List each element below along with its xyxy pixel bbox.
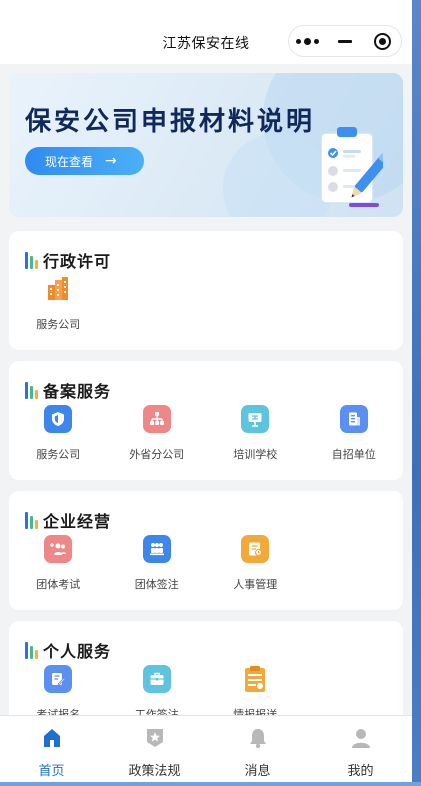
policy-badge-icon [143,726,167,750]
item-label: 人事管理 [233,578,278,591]
window-frame-edge [412,0,421,786]
section-filing-services: 备案服务 服务公司 外省分公司 培训学校 自招单位 [9,361,403,480]
section-title: 企业经营 [25,508,111,532]
user-icon [349,726,373,750]
minimize-button[interactable] [326,26,363,56]
target-circle-icon [373,32,391,50]
clipboard-pencil-icon [320,127,383,207]
bar-chart-icon [25,251,38,269]
nav-header: 江苏保安在线 [0,0,412,64]
bell-icon [246,726,270,750]
capsule-menu [288,25,402,57]
tab-label: 消息 [244,764,271,779]
report-clipboard-icon [241,665,269,693]
service-item-self-recruiting-unit[interactable]: 自招单位 [305,405,404,462]
service-item-service-company[interactable]: 服务公司 [9,275,108,332]
service-item-out-of-province-branch[interactable]: 外省分公司 [108,405,207,462]
more-button[interactable] [289,26,326,56]
section-enterprise-operation: 企业经营 团体考试 团体签注 人事管理 [9,491,403,610]
people-group-icon [142,535,171,563]
service-item-personnel-management[interactable]: 人事管理 [206,535,305,592]
building-icon [44,275,72,303]
section-admin-license: 行政许可 服务公司 [9,231,403,350]
tab-mine[interactable]: 我的 [309,716,412,786]
tab-label: 政策法规 [128,764,181,779]
shield-icon [44,405,73,433]
service-item-training-school[interactable]: 培训学校 [206,405,305,462]
section-title: 个人服务 [25,638,111,662]
item-label: 培训学校 [233,448,278,461]
signboard-icon [241,405,270,433]
service-item-filing-service-company[interactable]: 服务公司 [9,405,108,462]
tab-label: 首页 [38,764,65,779]
item-label: 团体签注 [134,578,179,591]
section-title: 备案服务 [25,378,111,402]
bar-chart-icon [25,511,38,529]
mini-program-app: 江苏保安在线 保安公司申报材料说明 现在查看 → 行政许可 服务公司 备案服务 … [0,0,412,786]
tab-messages[interactable]: 消息 [206,716,309,786]
add-group-icon [44,535,73,563]
view-now-button[interactable]: 现在查看 → [25,147,144,175]
org-chart-icon [142,405,171,433]
item-label: 服务公司 [36,318,81,331]
service-item-intelligence-report[interactable]: 情报报送 [206,665,305,722]
section-title-text: 行政许可 [43,252,112,271]
tab-label: 我的 [347,764,374,779]
briefcase-icon [142,665,171,693]
service-item-group-exam[interactable]: 团体考试 [9,535,108,592]
tab-home[interactable]: 首页 [0,716,103,786]
arrow-right-icon: → [105,153,117,169]
bar-chart-icon [25,381,38,399]
service-item-group-endorsement[interactable]: 团体签注 [108,535,207,592]
service-item-work-endorsement[interactable]: 工作签注 [108,665,207,722]
section-title-text: 企业经营 [43,512,112,531]
office-building-icon [339,405,368,433]
bottom-tab-bar: 首页 政策法规 消息 我的 [0,715,412,786]
home-icon [40,726,64,750]
tab-policy[interactable]: 政策法规 [103,716,206,786]
service-item-exam-registration[interactable]: 考试报名 [9,665,108,722]
section-title: 行政许可 [25,248,111,272]
close-button[interactable] [364,26,401,56]
bar-chart-icon [25,641,38,659]
edit-form-icon [44,665,73,693]
item-label: 团体考试 [36,578,81,591]
banner-title: 保安公司申报材料说明 [25,107,316,137]
view-now-label: 现在查看 [45,154,94,169]
item-label: 自招单位 [331,448,376,461]
minus-icon [337,39,352,43]
section-title-text: 备案服务 [43,382,112,401]
personnel-card-icon [241,535,270,563]
section-title-text: 个人服务 [43,642,112,661]
promo-banner[interactable]: 保安公司申报材料说明 现在查看 → [9,73,403,217]
more-dots-icon [296,37,320,45]
item-label: 服务公司 [36,448,81,461]
window-frame-bottom [0,782,421,786]
item-label: 外省分公司 [129,448,185,461]
